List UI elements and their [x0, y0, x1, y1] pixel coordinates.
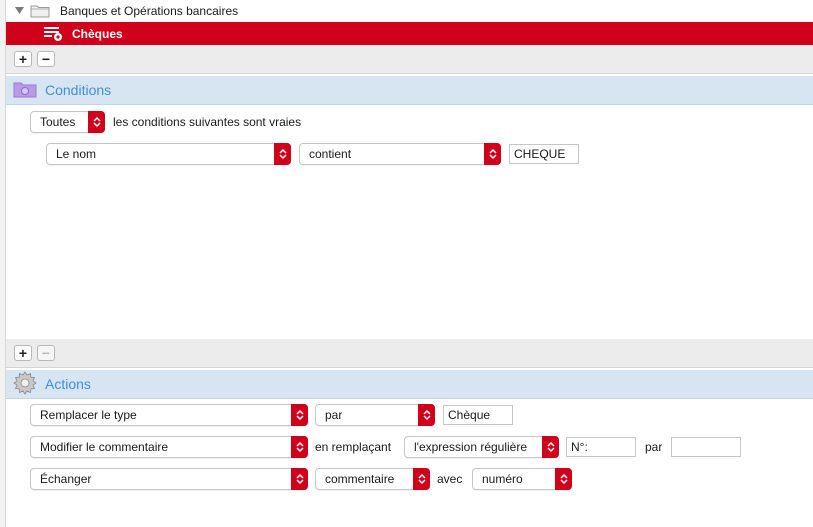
action3-field2-value: numéro: [482, 472, 523, 486]
disclosure-triangle-icon[interactable]: [14, 6, 24, 16]
remove-condition-button[interactable]: −: [37, 51, 55, 67]
conditions-folder-icon: [13, 80, 37, 101]
stepper-icon: [274, 143, 291, 165]
add-action-button[interactable]: +: [14, 345, 32, 361]
condition-operator-select[interactable]: contient: [299, 143, 501, 165]
remove-action-button[interactable]: −: [37, 345, 55, 361]
action3-field1-select[interactable]: commentaire: [315, 468, 430, 490]
action2-mode-select[interactable]: l'expression régulière: [404, 436, 559, 458]
action2-select[interactable]: Modifier le commentaire: [30, 436, 308, 458]
tree-item-cheques[interactable]: Chèques: [6, 22, 813, 45]
action2-text2: par: [645, 440, 663, 454]
action3-select[interactable]: Échanger: [30, 468, 308, 490]
tree-item-label: Chèques: [72, 26, 123, 41]
actions-toolbar: + −: [6, 339, 813, 368]
action1-value-field[interactable]: Chèque: [443, 405, 513, 425]
stepper-icon: [291, 436, 308, 458]
action1-select[interactable]: Remplacer le type: [30, 404, 308, 426]
action3-text1: avec: [437, 472, 463, 486]
action2-replacement-field[interactable]: [671, 437, 741, 457]
action2-pattern-field[interactable]: N°:: [566, 437, 636, 457]
stepper-icon: [413, 468, 430, 490]
action1-value: Remplacer le type: [40, 408, 137, 422]
stepper-icon: [542, 436, 559, 458]
conditions-toolbar: + −: [6, 45, 813, 74]
actions-gear-icon: [13, 370, 37, 398]
list-gear-icon: [44, 26, 64, 42]
action3-field1-value: commentaire: [325, 472, 395, 486]
match-mode-value: Toutes: [40, 115, 76, 129]
conditions-title: Conditions: [45, 82, 112, 98]
stepper-icon: [88, 111, 105, 133]
folder-icon: [30, 4, 50, 18]
stepper-icon: [555, 468, 572, 490]
condition-value-field[interactable]: CHEQUE: [509, 144, 579, 164]
conditions-header: Conditions: [6, 76, 813, 105]
action3-field2-select[interactable]: numéro: [472, 468, 572, 490]
actions-header: Actions: [6, 370, 813, 399]
action1-joiner-value: par: [325, 408, 343, 422]
tree-item-label: Banques et Opérations bancaires: [60, 4, 239, 18]
action2-text1: en remplaçant: [315, 440, 392, 454]
action2-value: Modifier le commentaire: [40, 440, 169, 454]
stepper-icon: [484, 143, 501, 165]
stepper-icon: [291, 404, 308, 426]
tree-item-banques[interactable]: Banques et Opérations bancaires: [6, 0, 813, 22]
stepper-icon: [291, 468, 308, 490]
add-condition-button[interactable]: +: [14, 51, 32, 67]
match-mode-select[interactable]: Toutes: [30, 111, 105, 133]
condition-field-value: Le nom: [56, 147, 97, 161]
action1-joiner-select[interactable]: par: [315, 404, 435, 426]
match-mode-text: les conditions suivantes sont vraies: [113, 115, 302, 129]
condition-operator-value: contient: [309, 147, 352, 161]
action2-mode-value: l'expression régulière: [414, 440, 528, 454]
condition-field-select[interactable]: Le nom: [46, 143, 291, 165]
action3-value: Échanger: [40, 472, 92, 486]
actions-title: Actions: [45, 376, 91, 392]
stepper-icon: [418, 404, 435, 426]
